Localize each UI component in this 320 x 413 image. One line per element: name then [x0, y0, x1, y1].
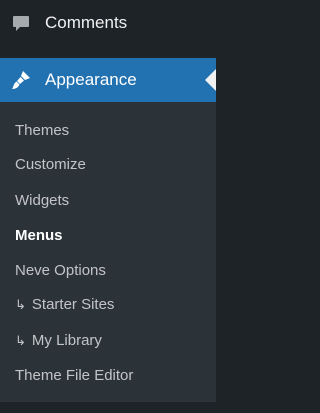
subitem-arrow-icon: ↳ — [15, 332, 26, 348]
subitem-arrow-icon: ↳ — [15, 296, 26, 312]
submenu-item-menus[interactable]: Menus — [0, 219, 216, 251]
comment-bubble-icon — [10, 12, 32, 34]
menu-separator — [0, 402, 216, 413]
submenu-item-customize[interactable]: Customize — [0, 148, 216, 180]
menu-item-comments[interactable]: Comments — [0, 0, 216, 46]
current-menu-arrow-icon — [205, 69, 216, 91]
paintbrush-icon — [10, 69, 32, 91]
submenu-item-label: Neve Options — [15, 261, 106, 279]
appearance-submenu: Themes Customize Widgets Menus Neve Opti… — [0, 102, 216, 402]
submenu-item-widgets[interactable]: Widgets — [0, 184, 216, 216]
submenu-item-label: ↳ My Library — [15, 331, 102, 349]
submenu-item-label: Menus — [15, 226, 63, 244]
submenu-item-starter-sites[interactable]: ↳ Starter Sites — [0, 288, 216, 320]
submenu-item-label: Theme File Editor — [15, 366, 134, 384]
submenu-item-my-library[interactable]: ↳ My Library — [0, 324, 216, 356]
submenu-item-themes[interactable]: Themes — [0, 114, 216, 146]
submenu-item-label: ↳ Starter Sites — [15, 295, 115, 313]
menu-item-comments-label: Comments — [45, 13, 128, 32]
submenu-item-theme-file-editor[interactable]: Theme File Editor — [0, 359, 216, 391]
menu-item-appearance[interactable]: Appearance — [0, 58, 216, 102]
submenu-item-neve-options[interactable]: Neve Options — [0, 254, 216, 286]
submenu-item-label: Customize — [15, 155, 86, 173]
menu-item-appearance-label: Appearance — [45, 70, 137, 89]
admin-sidebar-menu: Comments Appearance Themes Customize Wid… — [0, 0, 216, 413]
submenu-item-label: Widgets — [15, 191, 70, 209]
submenu-item-label: Themes — [15, 121, 70, 139]
